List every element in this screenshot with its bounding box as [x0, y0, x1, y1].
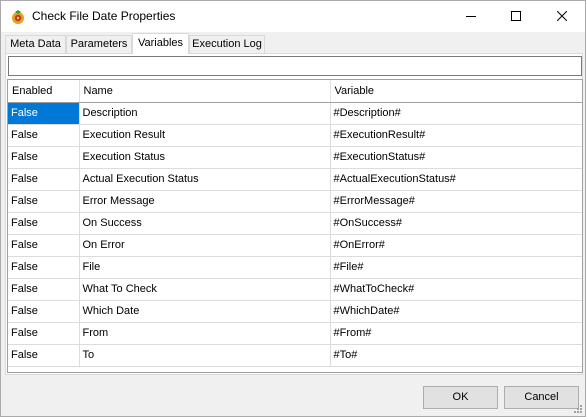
enabled-cell[interactable]: False — [8, 256, 80, 279]
table-row[interactable]: False Error Message #ErrorMessage# — [8, 190, 582, 213]
enabled-cell[interactable]: False — [8, 124, 80, 147]
column-header-enabled[interactable]: Enabled — [8, 80, 80, 103]
table-row[interactable]: False Execution Result #ExecutionResult# — [8, 124, 582, 147]
enabled-cell[interactable]: False — [8, 300, 80, 323]
cancel-button[interactable]: Cancel — [504, 386, 579, 409]
enabled-cell[interactable]: False — [8, 102, 80, 125]
name-cell[interactable]: File — [79, 256, 331, 279]
table-row[interactable]: False File #File# — [8, 256, 582, 279]
filter-input[interactable] — [8, 56, 582, 76]
name-cell[interactable]: Which Date — [79, 300, 331, 323]
tab-execution-log[interactable]: Execution Log — [189, 35, 265, 54]
table-row[interactable]: False To #To# — [8, 344, 582, 367]
name-cell[interactable]: On Success — [79, 212, 331, 235]
table-row[interactable]: False Which Date #WhichDate# — [8, 300, 582, 323]
maximize-icon — [510, 11, 521, 21]
table-row[interactable]: False What To Check #WhatToCheck# — [8, 278, 582, 301]
table-row[interactable]: False On Success #OnSuccess# — [8, 212, 582, 235]
tab-variables[interactable]: Variables — [132, 33, 189, 54]
table-row[interactable]: False Actual Execution Status #ActualExe… — [8, 168, 582, 191]
enabled-cell[interactable]: False — [8, 212, 80, 235]
name-cell[interactable]: Error Message — [79, 190, 331, 213]
variables-grid[interactable]: Enabled Name Variable False Description … — [7, 79, 583, 373]
column-header-name[interactable]: Name — [79, 80, 331, 103]
minimize-icon — [465, 16, 476, 17]
name-cell[interactable]: What To Check — [79, 278, 331, 301]
minimize-button[interactable] — [448, 1, 493, 31]
variable-cell[interactable]: #To# — [330, 344, 582, 367]
variable-cell[interactable]: #OnSuccess# — [330, 212, 582, 235]
title-bar[interactable]: Check File Date Properties — [1, 1, 585, 32]
table-row[interactable]: False On Error #OnError# — [8, 234, 582, 257]
variable-cell[interactable]: #OnError# — [330, 234, 582, 257]
resize-grip-icon[interactable] — [572, 403, 582, 413]
name-cell[interactable]: Execution Status — [79, 146, 331, 169]
enabled-cell[interactable]: False — [8, 146, 80, 169]
name-cell[interactable]: To — [79, 344, 331, 367]
table-row[interactable]: False Description #Description# — [8, 102, 582, 125]
window-title: Check File Date Properties — [32, 9, 176, 23]
close-icon — [556, 11, 567, 21]
variable-cell[interactable]: #ExecutionResult# — [330, 124, 582, 147]
variable-cell[interactable]: #From# — [330, 322, 582, 345]
tab-meta-data[interactable]: Meta Data — [5, 35, 66, 54]
grid-header-row: Enabled Name Variable — [8, 80, 582, 103]
variable-cell[interactable]: #Description# — [330, 102, 582, 125]
enabled-cell[interactable]: False — [8, 344, 80, 367]
enabled-cell[interactable]: False — [8, 168, 80, 191]
variable-cell[interactable]: #ExecutionStatus# — [330, 146, 582, 169]
name-cell[interactable]: Actual Execution Status — [79, 168, 331, 191]
close-button[interactable] — [539, 1, 584, 31]
name-cell[interactable]: On Error — [79, 234, 331, 257]
variable-cell[interactable]: #ActualExecutionStatus# — [330, 168, 582, 191]
variables-panel: Enabled Name Variable False Description … — [5, 53, 583, 375]
enabled-cell[interactable]: False — [8, 190, 80, 213]
enabled-cell[interactable]: False — [8, 322, 80, 345]
enabled-cell[interactable]: False — [8, 234, 80, 257]
variable-cell[interactable]: #File# — [330, 256, 582, 279]
column-header-variable[interactable]: Variable — [330, 80, 582, 103]
variable-cell[interactable]: #WhichDate# — [330, 300, 582, 323]
table-row[interactable]: False From #From# — [8, 322, 582, 345]
variable-cell[interactable]: #WhatToCheck# — [330, 278, 582, 301]
dialog-window: Check File Date Properties Meta Data Par… — [0, 0, 586, 417]
table-row[interactable]: False Execution Status #ExecutionStatus# — [8, 146, 582, 169]
maximize-button[interactable] — [493, 1, 538, 31]
enabled-cell[interactable]: False — [8, 278, 80, 301]
variable-cell[interactable]: #ErrorMessage# — [330, 190, 582, 213]
tab-parameters[interactable]: Parameters — [66, 35, 132, 54]
tab-strip: Meta Data Parameters Variables Execution… — [5, 33, 581, 54]
name-cell[interactable]: Description — [79, 102, 331, 125]
ok-button[interactable]: OK — [423, 386, 498, 409]
app-icon — [12, 10, 24, 24]
name-cell[interactable]: Execution Result — [79, 124, 331, 147]
name-cell[interactable]: From — [79, 322, 331, 345]
